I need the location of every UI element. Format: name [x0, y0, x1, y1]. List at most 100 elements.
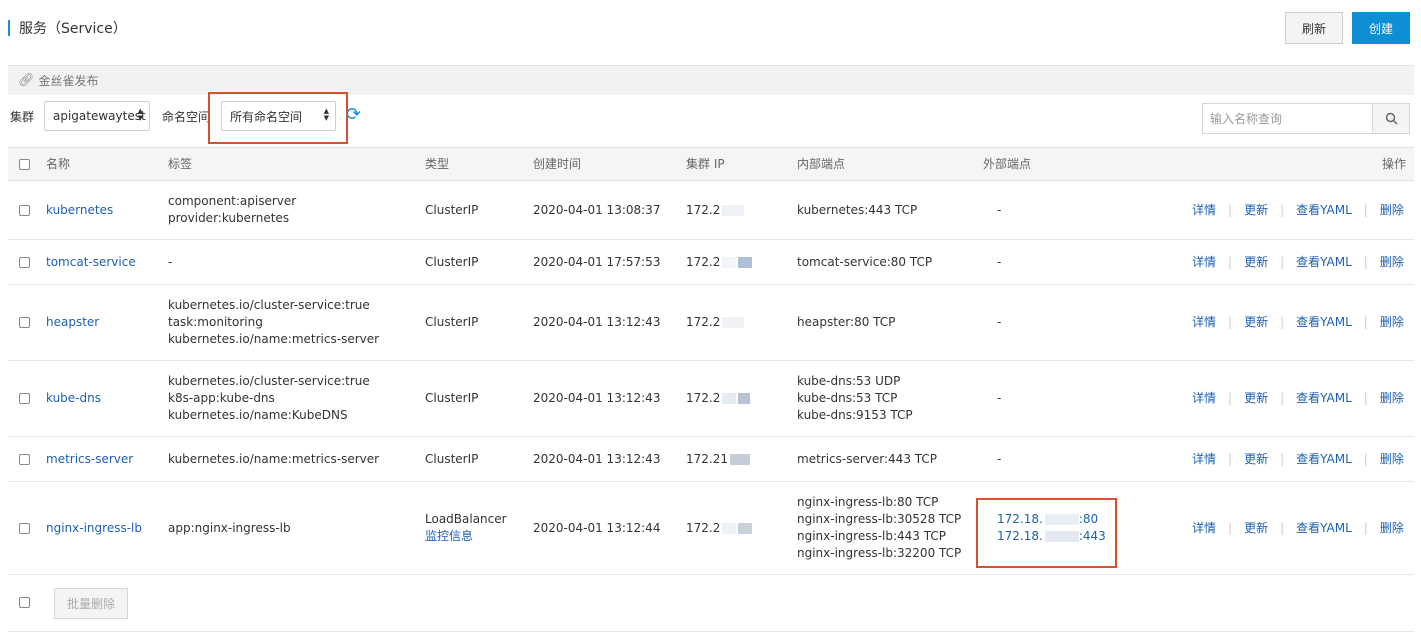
internal-endpoint-cell: metrics-server:443 TCP — [797, 437, 937, 481]
internal-line: nginx-ingress-lb:443 TCP — [797, 529, 946, 543]
reload-icon[interactable]: ⟳ — [346, 104, 361, 125]
search-input[interactable] — [1203, 104, 1372, 133]
row-checkbox[interactable] — [19, 317, 30, 328]
service-name-link[interactable]: nginx-ingress-lb — [46, 520, 142, 537]
cluster-select[interactable]: apigatewaytest ▲ ▼ — [44, 101, 150, 131]
internal-line: nginx-ingress-lb:32200 TCP — [797, 546, 962, 560]
labels-line: k8s-app:kube-dns — [168, 391, 275, 405]
service-name-link[interactable]: kube-dns — [46, 390, 101, 407]
op-link[interactable]: 查看YAML — [1296, 390, 1352, 407]
op-link[interactable]: 更新 — [1244, 314, 1268, 331]
external-endpoint-cell: - — [997, 285, 1001, 360]
type-line: ClusterIP — [425, 202, 479, 217]
cluster-ip-text: 172.2 — [686, 315, 721, 329]
canary-release-bar[interactable]: 🔗︎ 金丝雀发布 — [8, 65, 1414, 95]
page-title: 服务（Service） — [19, 21, 127, 37]
op-link[interactable]: 删除 — [1380, 451, 1404, 468]
namespace-select-value: 所有命名空间 — [230, 109, 303, 124]
op-link[interactable]: 删除 — [1380, 390, 1404, 407]
cluster-ip-text: 172.21 — [686, 451, 728, 466]
cluster-ip-text: 172.2 — [686, 202, 721, 217]
op-link[interactable]: 详情 — [1192, 314, 1216, 331]
row-checkbox[interactable] — [19, 204, 30, 216]
internal-endpoint-cell: heapster:80 TCP — [797, 285, 895, 360]
search-icon — [1385, 112, 1398, 125]
redacted-mask — [722, 393, 737, 404]
op-link[interactable]: 更新 — [1244, 254, 1268, 271]
title-accent-bar — [8, 20, 10, 36]
op-link[interactable]: 详情 — [1192, 254, 1216, 271]
labels-line: provider:kubernetes — [168, 211, 290, 225]
row-checkbox[interactable] — [19, 522, 30, 534]
redacted-mask — [722, 256, 737, 268]
cluster-ip: 172.2 — [686, 254, 753, 271]
cluster-ip: 172.2 — [686, 314, 745, 331]
op-link[interactable]: 详情 — [1192, 202, 1216, 219]
namespace-select[interactable]: 所有命名空间 ▲ ▼ — [221, 101, 336, 131]
ops-separator: | — [1363, 254, 1368, 269]
col-type: 类型 — [425, 156, 450, 171]
col-external-endpoint: 外部端点 — [983, 156, 1032, 171]
row-checkbox[interactable] — [19, 393, 30, 404]
op-link[interactable]: 删除 — [1380, 202, 1404, 219]
op-link[interactable]: 查看YAML — [1296, 451, 1352, 468]
ops-separator: | — [1228, 520, 1233, 535]
refresh-button[interactable]: 刷新 — [1285, 12, 1343, 44]
service-name-link[interactable]: heapster — [46, 314, 99, 331]
redacted-mask — [738, 256, 753, 268]
type-line[interactable]: 监控信息 — [425, 528, 507, 545]
op-link[interactable]: 详情 — [1192, 390, 1216, 407]
internal-line: kube-dns:9153 TCP — [797, 408, 913, 422]
op-link[interactable]: 更新 — [1244, 202, 1268, 219]
op-link[interactable]: 更新 — [1244, 520, 1268, 537]
op-link[interactable]: 删除 — [1380, 520, 1404, 537]
op-link[interactable]: 详情 — [1192, 520, 1216, 537]
cluster-ip: 172.2 — [686, 202, 745, 219]
service-name-link[interactable]: tomcat-service — [46, 254, 136, 271]
row-checkbox[interactable] — [19, 256, 30, 268]
table-footer: 批量删除 — [8, 575, 1414, 632]
op-link[interactable]: 删除 — [1380, 314, 1404, 331]
cluster-ip: 172.2 — [686, 520, 753, 537]
labels-line: kubernetes.io/cluster-service:true — [168, 298, 370, 312]
row-actions: 详情 | 更新 | 查看YAML | 删除 — [1192, 240, 1404, 284]
ops-separator: | — [1363, 520, 1368, 535]
op-link[interactable]: 查看YAML — [1296, 254, 1352, 271]
create-button[interactable]: 创建 — [1352, 12, 1410, 44]
ops-separator: | — [1363, 391, 1368, 405]
row-checkbox[interactable] — [19, 453, 30, 465]
op-link[interactable]: 查看YAML — [1296, 202, 1352, 219]
external-endpoint-highlight-box — [976, 498, 1117, 568]
labels-line: task:monitoring — [168, 315, 263, 329]
row-actions: 详情 | 更新 | 查看YAML | 删除 — [1192, 285, 1404, 360]
internal-line: kube-dns:53 UDP — [797, 374, 901, 388]
op-link[interactable]: 删除 — [1380, 254, 1404, 271]
redacted-mask — [722, 317, 745, 328]
op-link[interactable]: 更新 — [1244, 451, 1268, 468]
op-link[interactable]: 查看YAML — [1296, 314, 1352, 331]
op-link[interactable]: 查看YAML — [1296, 520, 1352, 537]
redacted-mask — [730, 453, 750, 465]
row-actions: 详情 | 更新 | 查看YAML | 删除 — [1192, 181, 1404, 239]
internal-line: tomcat-service:80 TCP — [797, 254, 933, 269]
labels-cell: kubernetes.io/cluster-service:true k8s-ap… — [168, 361, 370, 436]
col-labels: 标签 — [168, 156, 193, 171]
batch-delete-button[interactable]: 批量删除 — [54, 588, 128, 619]
type-cell: ClusterIP — [425, 285, 478, 360]
labels-line: kubernetes.io/cluster-service:true — [168, 374, 370, 388]
select-all-checkbox[interactable] — [19, 158, 30, 170]
op-link[interactable]: 详情 — [1192, 451, 1216, 468]
footer-checkbox[interactable] — [19, 597, 30, 608]
col-created: 创建时间 — [533, 156, 582, 171]
redacted-mask — [738, 393, 751, 404]
table-body: kubernetes component:apiserver provider:ku… — [8, 181, 1414, 575]
op-link[interactable]: 更新 — [1244, 390, 1268, 407]
ops-separator: | — [1280, 254, 1285, 269]
col-actions: 操作 — [1381, 156, 1406, 171]
created-time: 2020-04-01 13:12:43 — [533, 391, 661, 405]
service-name-link[interactable]: kubernetes — [46, 202, 113, 219]
created-time: 2020-04-01 13:08:37 — [533, 202, 661, 217]
search-button[interactable] — [1372, 104, 1409, 133]
ops-separator: | — [1280, 520, 1285, 535]
service-name-link[interactable]: metrics-server — [46, 451, 133, 468]
